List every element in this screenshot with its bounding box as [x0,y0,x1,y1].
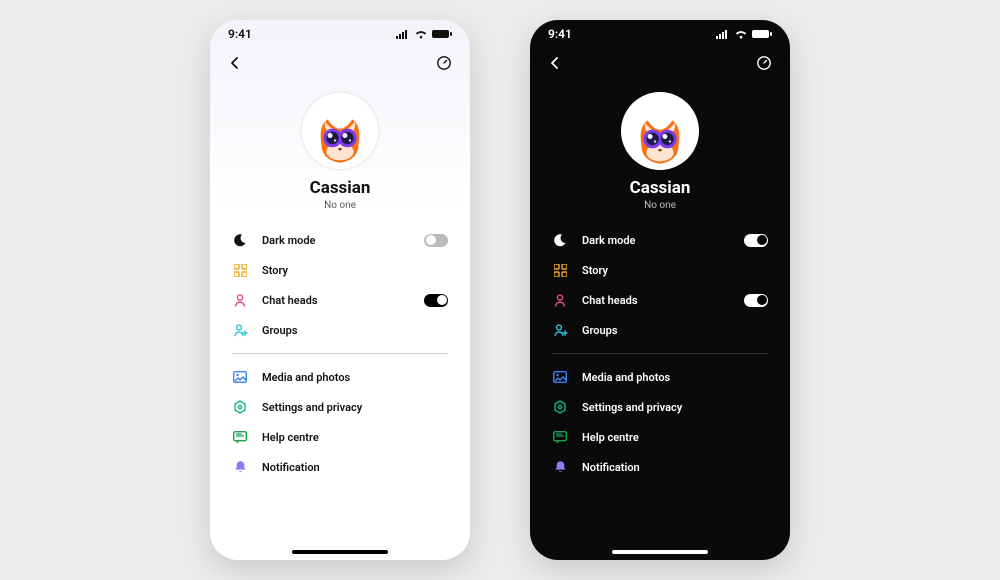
menu-divider [232,353,448,354]
battery-icon [432,29,452,39]
menu-label: Notification [262,461,448,474]
menu-chat-heads[interactable]: Chat heads [232,285,448,315]
status-time: 9:41 [548,27,572,41]
signal-icon [396,29,410,39]
menu-list: Dark mode Story Chat heads Groups Media … [210,225,470,482]
hexagon-icon [232,399,248,415]
bell-icon [552,459,568,475]
menu-label: Settings and privacy [582,401,768,414]
menu-list: Dark mode Story Chat heads Groups Media … [530,225,790,482]
menu-story[interactable]: Story [552,255,768,285]
menu-label: Settings and privacy [262,401,448,414]
menu-label: Help centre [582,431,768,444]
person-add-icon [232,322,248,338]
menu-notification[interactable]: Notification [552,452,768,482]
person-add-icon [552,322,568,338]
header [530,48,790,78]
dark-mode-toggle[interactable] [424,234,448,247]
status-bar: 9:41 [210,20,470,48]
edit-icon[interactable] [436,55,452,71]
avatar[interactable] [621,92,699,170]
bell-icon [232,459,248,475]
menu-media[interactable]: Media and photos [552,362,768,392]
wifi-icon [414,29,428,39]
menu-label: Dark mode [582,234,730,247]
menu-groups[interactable]: Groups [232,315,448,345]
menu-label: Media and photos [262,371,448,384]
back-icon[interactable] [228,56,242,70]
menu-label: Chat heads [582,294,730,307]
chat-icon [552,429,568,445]
menu-label: Groups [582,324,768,337]
chat-heads-toggle[interactable] [744,294,768,307]
person-icon [552,292,568,308]
header [210,48,470,78]
menu-label: Groups [262,324,448,337]
menu-label: Media and photos [582,371,768,384]
battery-icon [752,29,772,39]
edit-icon[interactable] [756,55,772,71]
profile-name: Cassian [630,178,691,198]
menu-label: Story [582,264,768,277]
menu-settings[interactable]: Settings and privacy [232,392,448,422]
menu-media[interactable]: Media and photos [232,362,448,392]
phone-dark: 9:41 [530,20,790,560]
menu-dark-mode[interactable]: Dark mode [552,225,768,255]
profile-section: Cassian No one [530,92,790,211]
status-icons [396,29,452,39]
menu-label: Story [262,264,448,277]
grid-icon [232,262,248,278]
home-indicator[interactable] [612,550,708,554]
moon-icon [552,232,568,248]
menu-chat-heads[interactable]: Chat heads [552,285,768,315]
phone-light: 9:41 [210,20,470,560]
status-icons [716,29,772,39]
menu-settings[interactable]: Settings and privacy [552,392,768,422]
status-bar: 9:41 [530,20,790,48]
menu-dark-mode[interactable]: Dark mode [232,225,448,255]
profile-status: No one [644,200,676,211]
moon-icon [232,232,248,248]
grid-icon [552,262,568,278]
menu-help[interactable]: Help centre [552,422,768,452]
avatar-image [629,108,691,170]
chat-icon [232,429,248,445]
menu-divider [552,353,768,354]
profile-section: Cassian No one [210,92,470,211]
avatar-image [309,107,371,169]
menu-label: Help centre [262,431,448,444]
menu-label: Notification [582,461,768,474]
hexagon-icon [552,399,568,415]
wifi-icon [734,29,748,39]
menu-notification[interactable]: Notification [232,452,448,482]
menu-story[interactable]: Story [232,255,448,285]
dark-mode-toggle[interactable] [744,234,768,247]
profile-name: Cassian [310,178,371,198]
status-time: 9:41 [228,27,252,41]
signal-icon [716,29,730,39]
back-icon[interactable] [548,56,562,70]
menu-label: Dark mode [262,234,410,247]
image-icon [552,369,568,385]
image-icon [232,369,248,385]
chat-heads-toggle[interactable] [424,294,448,307]
avatar[interactable] [301,92,379,170]
person-icon [232,292,248,308]
menu-label: Chat heads [262,294,410,307]
menu-groups[interactable]: Groups [552,315,768,345]
menu-help[interactable]: Help centre [232,422,448,452]
home-indicator[interactable] [292,550,388,554]
profile-status: No one [324,200,356,211]
